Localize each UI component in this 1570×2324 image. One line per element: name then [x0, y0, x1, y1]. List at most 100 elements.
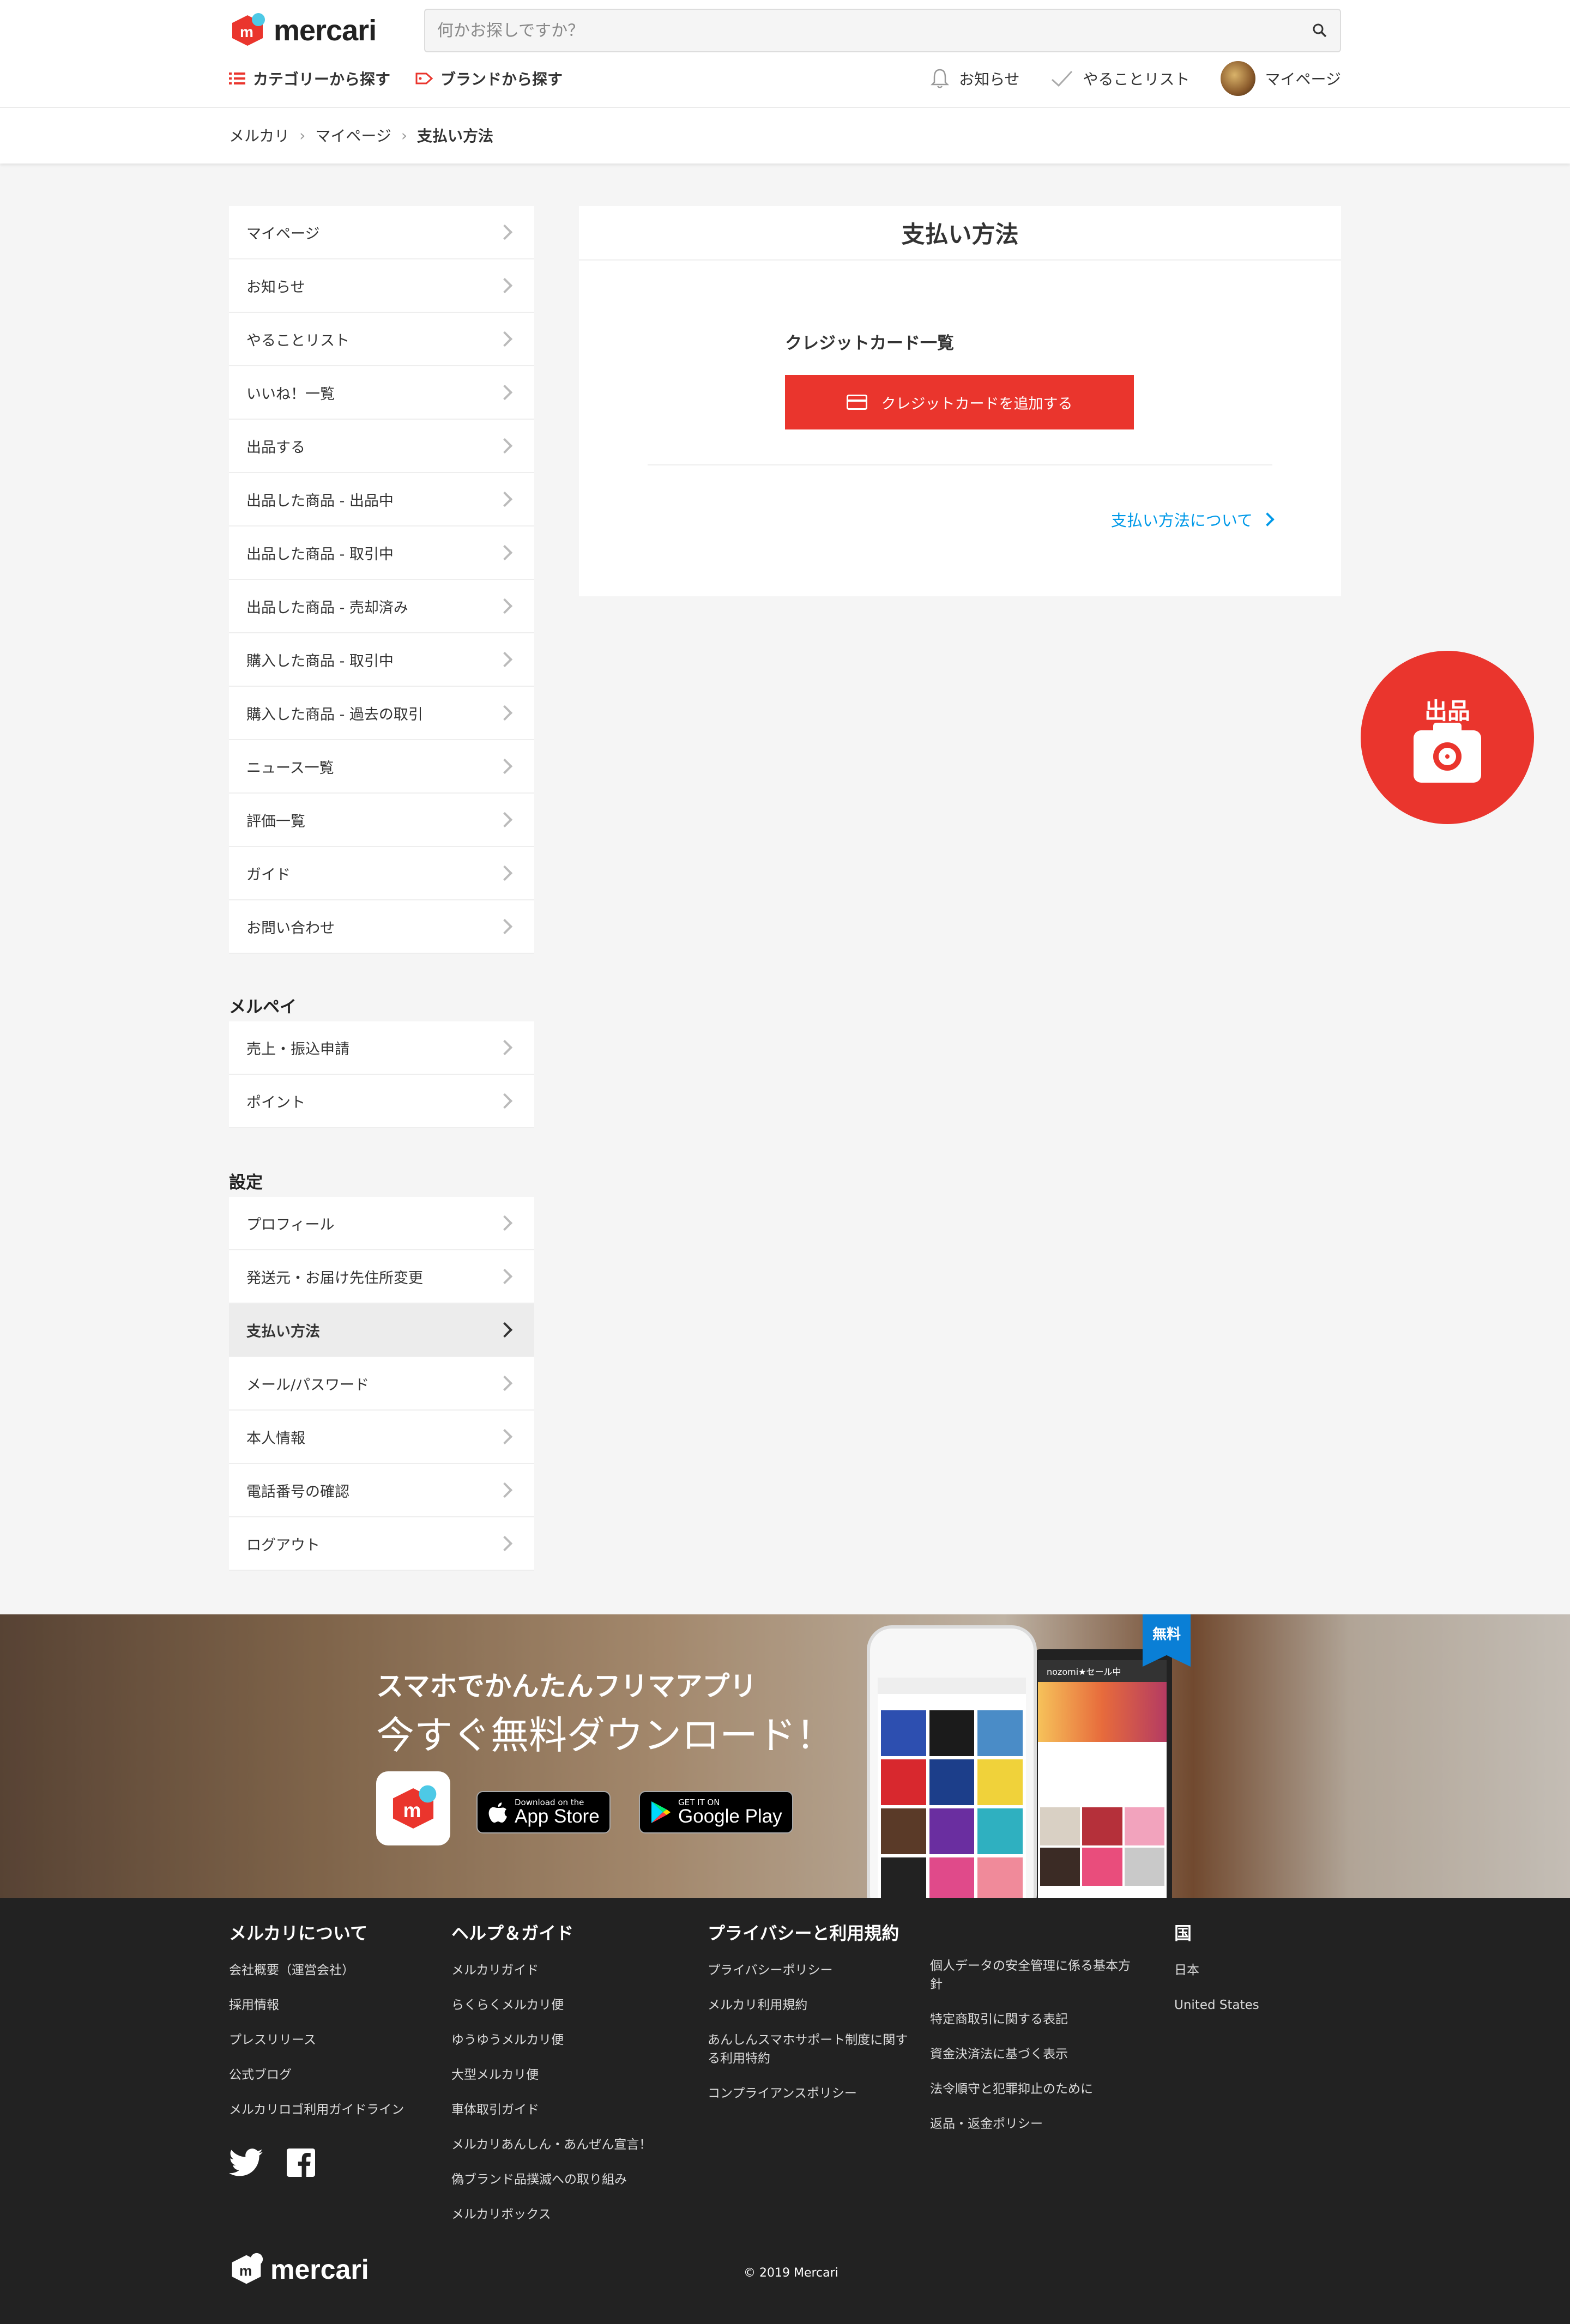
- footer-link[interactable]: 資金決済法に基づく表示: [930, 2045, 1132, 2063]
- add-card-button[interactable]: クレジットカードを追加する: [785, 375, 1134, 429]
- sidebar-item-listing-sold[interactable]: 出品した商品 - 売却済み: [229, 580, 534, 633]
- footer-link[interactable]: 会社概要（運営会社）: [229, 1961, 404, 1980]
- sidebar-item-points[interactable]: ポイント: [229, 1075, 534, 1128]
- footer-link[interactable]: プレスリリース: [229, 2031, 404, 2049]
- sidebar-item-purchase-trading[interactable]: 購入した商品 - 取引中: [229, 633, 534, 687]
- footer-link[interactable]: 車体取引ガイド: [451, 2101, 651, 2119]
- about-payment-link[interactable]: 支払い方法について: [1111, 508, 1275, 531]
- sidebar-item-listing-trading[interactable]: 出品した商品 - 取引中: [229, 526, 534, 580]
- footer-link[interactable]: メルカリロゴ利用ガイドライン: [229, 2101, 404, 2119]
- sidebar-item-identity[interactable]: 本人情報: [229, 1411, 534, 1464]
- footer-link[interactable]: 公式ブログ: [229, 2066, 404, 2084]
- footer-link[interactable]: 個人データの安全管理に係る基本方針: [930, 1957, 1132, 1994]
- mercari-logo[interactable]: m mercari: [229, 11, 377, 50]
- chevron-right-icon: [497, 1535, 513, 1552]
- search-icon[interactable]: [1312, 22, 1328, 39]
- search-input[interactable]: [437, 21, 1312, 40]
- footer-col-about: メルカリについて 会社概要（運営会社） 採用情報 プレスリリース 公式ブログ メ…: [229, 1920, 404, 2135]
- nav-mypage[interactable]: マイページ: [1220, 61, 1341, 96]
- nav-category-label: カテゴリーから探す: [253, 70, 391, 88]
- search-box[interactable]: [424, 9, 1341, 52]
- sidebar-item-label: お知らせ: [246, 279, 305, 296]
- footer-link[interactable]: プライバシーポリシー: [708, 1961, 909, 1980]
- phone-screen: [878, 1678, 1026, 1898]
- sidebar-item-reviews[interactable]: 評価一覧: [229, 794, 534, 847]
- sidebar-item-likes[interactable]: いいね！一覧: [229, 366, 534, 420]
- card-list-heading: クレジットカード一覧: [785, 334, 954, 353]
- breadcrumb-mypage[interactable]: マイページ: [315, 124, 391, 146]
- footer-link[interactable]: メルカリボックス: [451, 2205, 651, 2224]
- footer-link[interactable]: 大型メルカリ便: [451, 2066, 651, 2084]
- sidebar-item-label: ニュース一覧: [246, 759, 334, 777]
- sidebar-item-payment[interactable]: 支払い方法: [229, 1304, 534, 1357]
- sidebar-item-news[interactable]: ニュース一覧: [229, 740, 534, 794]
- sidebar-item-sell[interactable]: 出品する: [229, 420, 534, 473]
- footer-link[interactable]: United States: [1174, 1996, 1259, 2014]
- sell-button[interactable]: 出品: [1361, 651, 1534, 824]
- footer-link[interactable]: メルカリガイド: [451, 1961, 651, 1980]
- nav-notifications[interactable]: お知らせ: [931, 68, 1020, 89]
- footer-link[interactable]: 法令順守と犯罪抑止のために: [930, 2080, 1132, 2098]
- chevron-right-icon: [497, 865, 513, 881]
- chevron-right-icon: [497, 1482, 513, 1498]
- footer-link[interactable]: 採用情報: [229, 1996, 404, 2014]
- sidebar-item-purchase-past[interactable]: 購入した商品 - 過去の取引: [229, 687, 534, 740]
- sidebar-item-label: 売上・振込申請: [246, 1040, 349, 1058]
- sidebar-item-logout[interactable]: ログアウト: [229, 1517, 534, 1571]
- chevron-right-icon: [497, 1093, 513, 1109]
- footer-link[interactable]: 偽ブランド品撲滅への取り組み: [451, 2170, 651, 2189]
- chevron-right-icon: [497, 651, 513, 668]
- sidebar-item-sales[interactable]: 売上・振込申請: [229, 1021, 534, 1075]
- chevron-right-icon: [497, 1039, 513, 1056]
- sidebar-item-email-password[interactable]: メール/パスワード: [229, 1357, 534, 1411]
- chevron-right-icon: [497, 705, 513, 721]
- sidebar-item-profile[interactable]: プロフィール: [229, 1197, 534, 1250]
- bell-icon: [931, 69, 950, 88]
- sidebar-item-todo[interactable]: やることリスト: [229, 313, 534, 366]
- breadcrumb-home[interactable]: メルカリ: [229, 124, 289, 146]
- sidebar-item-listing-active[interactable]: 出品した商品 - 出品中: [229, 473, 534, 526]
- footer-link[interactable]: コンプライアンスポリシー: [708, 2084, 909, 2103]
- footer-link[interactable]: 日本: [1174, 1961, 1259, 1980]
- site-footer: メルカリについて 会社概要（運営会社） 採用情報 プレスリリース 公式ブログ メ…: [0, 1898, 1570, 2324]
- chevron-right-icon: [497, 918, 513, 935]
- chevron-right-icon: [1260, 512, 1275, 526]
- footer-link[interactable]: ゆうゆうメルカリ便: [451, 2031, 651, 2049]
- chevron-right-icon: [497, 812, 513, 828]
- google-play-badge[interactable]: GET IT ON Google Play: [639, 1791, 793, 1833]
- footer-link[interactable]: らくらくメルカリ便: [451, 1996, 651, 2014]
- site-header: m mercari カテゴリーから探す ブランドから探す お知らせ やることリス…: [0, 0, 1570, 108]
- footer-link[interactable]: 返品・返金ポリシー: [930, 2115, 1132, 2133]
- sidebar-main: マイページ お知らせ やることリスト いいね！一覧 出品する 出品した商品 - …: [229, 206, 534, 954]
- chevron-right-icon: ›: [299, 126, 306, 144]
- mercari-app-icon[interactable]: m: [376, 1771, 450, 1845]
- sidebar-item-contact[interactable]: お問い合わせ: [229, 900, 534, 954]
- sidebar-item-label: ポイント: [246, 1094, 305, 1111]
- sidebar-item-label: 購入した商品 - 過去の取引: [246, 706, 423, 723]
- breadcrumb: メルカリ › マイページ › 支払い方法: [229, 124, 493, 146]
- sidebar-item-label: 発送元・お届け先住所変更: [246, 1269, 423, 1287]
- footer-link[interactable]: メルカリあんしん・あんぜん宣言！: [451, 2135, 651, 2154]
- nav-brand[interactable]: ブランドから探す: [415, 68, 563, 89]
- footer-link[interactable]: 特定商取引に関する表記: [930, 2010, 1132, 2029]
- camera-icon: [1414, 722, 1481, 783]
- svg-text:m: m: [403, 1799, 421, 1821]
- sidebar-item-address[interactable]: 発送元・お届け先住所変更: [229, 1250, 534, 1304]
- chevron-right-icon: [497, 277, 513, 294]
- footer-link[interactable]: あんしんスマホサポート制度に関する利用特約: [708, 2031, 909, 2068]
- chevron-right-icon: [497, 544, 513, 561]
- sidebar-item-phone[interactable]: 電話番号の確認: [229, 1464, 534, 1517]
- payment-panel: 支払い方法 クレジットカード一覧 クレジットカードを追加する 支払い方法について: [579, 206, 1341, 596]
- footer-logo[interactable]: m mercari: [229, 2252, 369, 2287]
- sidebar-item-notifications[interactable]: お知らせ: [229, 259, 534, 313]
- nav-todo[interactable]: やることリスト: [1050, 68, 1190, 89]
- footer-link[interactable]: メルカリ利用規約: [708, 1996, 909, 2014]
- sidebar-item-label: マイページ: [246, 225, 320, 243]
- nav-category[interactable]: カテゴリーから探す: [229, 68, 390, 89]
- app-store-badge[interactable]: Download on the App Store: [476, 1791, 611, 1833]
- facebook-icon[interactable]: [287, 2149, 315, 2177]
- sidebar-item-guide[interactable]: ガイド: [229, 847, 534, 900]
- twitter-icon[interactable]: [229, 2149, 263, 2177]
- banner-line1: スマホでかんたんフリマアプリ: [376, 1671, 757, 1702]
- sidebar-item-mypage[interactable]: マイページ: [229, 206, 534, 259]
